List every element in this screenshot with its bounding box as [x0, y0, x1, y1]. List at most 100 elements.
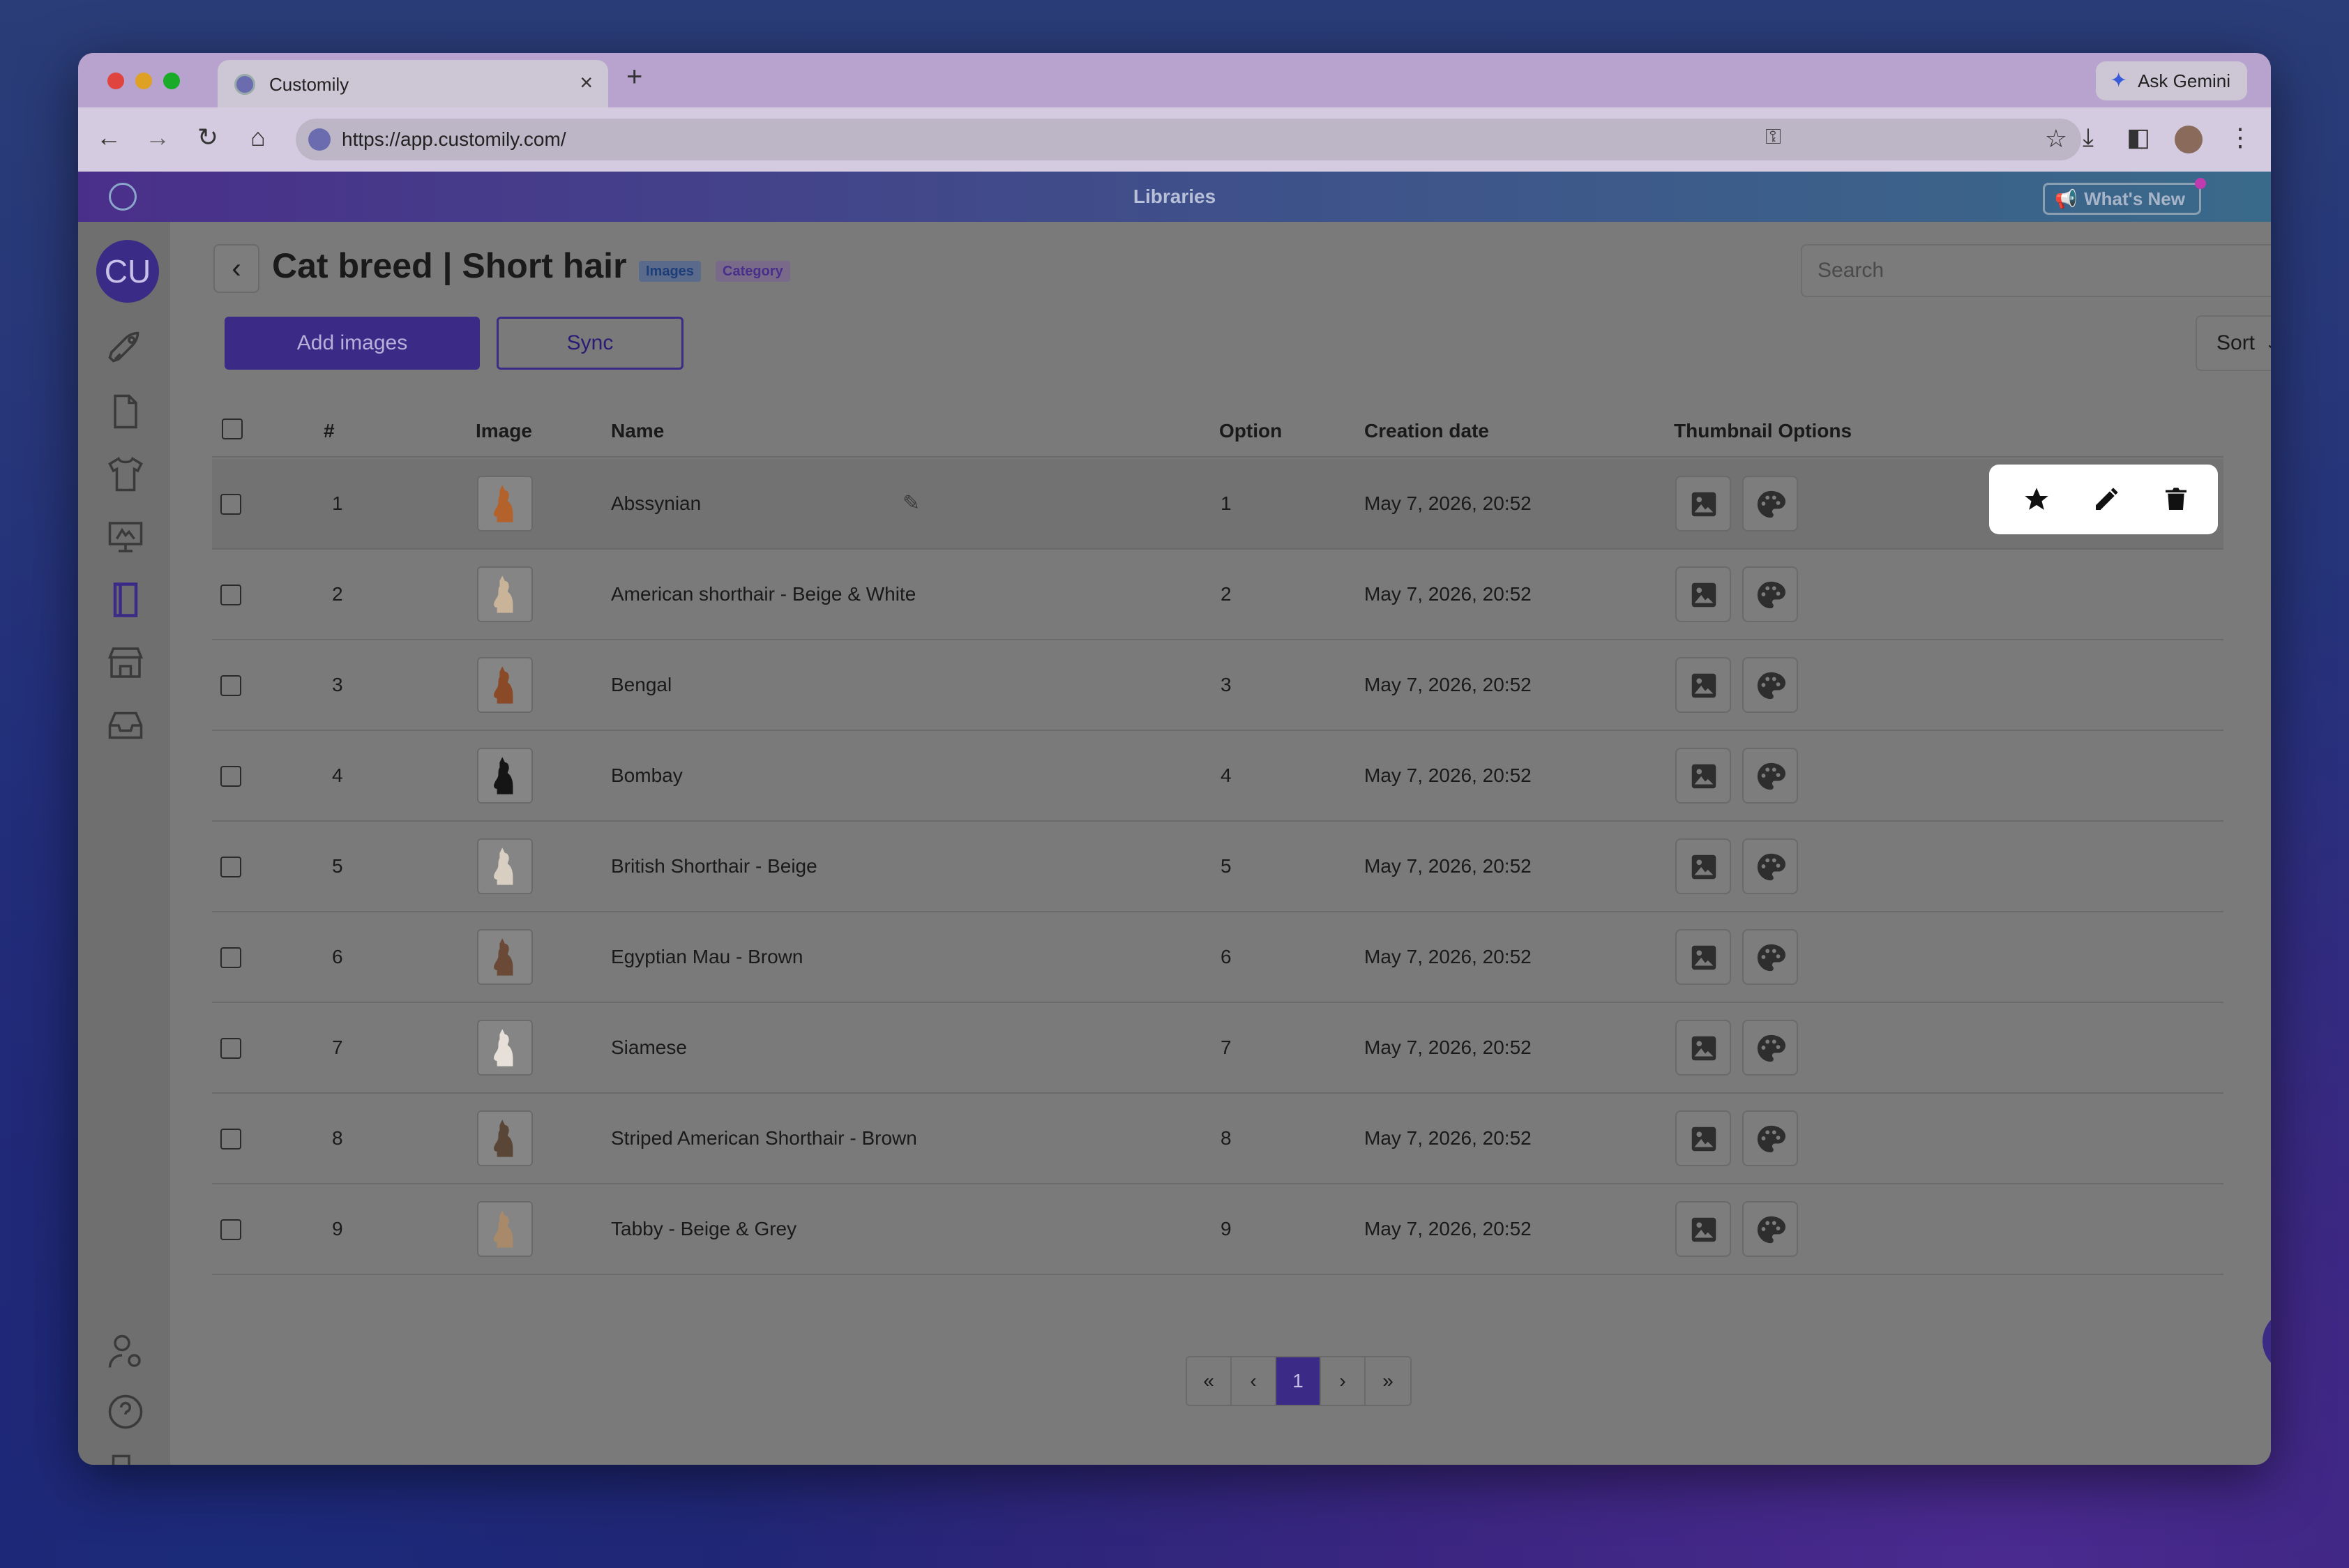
cat-silhouette [494, 1210, 513, 1248]
tshirt-icon[interactable] [105, 453, 146, 495]
first-page-button[interactable]: « [1187, 1357, 1232, 1405]
trash-icon[interactable] [2162, 485, 2190, 513]
user-avatar[interactable]: CU [96, 240, 159, 303]
thumbnail-image-button[interactable] [1675, 657, 1731, 713]
site-info-icon[interactable] [308, 128, 331, 151]
edit-name-pencil-icon[interactable]: ✎ [902, 491, 920, 515]
table-row[interactable]: 2 American shorthair - Beige & White 2 May … [212, 550, 2223, 640]
cat-thumbnail[interactable] [477, 748, 533, 804]
table-row[interactable]: 8 Striped American Shorthair - Brown 8 May … [212, 1094, 2223, 1184]
row-index: 9 [332, 1218, 343, 1239]
select-all-checkbox[interactable] [222, 419, 243, 439]
search-input[interactable] [1801, 244, 2271, 297]
thumbnail-image-button[interactable] [1675, 476, 1731, 532]
add-images-button[interactable]: Add images [225, 317, 480, 370]
browser-tab[interactable]: Customily × [218, 60, 608, 107]
chat-button[interactable] [2263, 1310, 2271, 1373]
thumbnail-palette-button[interactable] [1742, 838, 1798, 894]
rocket-icon[interactable] [105, 328, 146, 370]
cat-thumbnail[interactable] [477, 1020, 533, 1076]
thumbnail-palette-button[interactable] [1742, 929, 1798, 985]
new-tab-button[interactable]: + [626, 61, 642, 93]
library-book-icon[interactable] [105, 579, 146, 621]
whats-new-button[interactable]: 📢 What's New [2043, 178, 2206, 215]
row-index: 6 [332, 946, 343, 967]
edit-pencil-icon[interactable] [2092, 485, 2120, 513]
minimize-window-button[interactable] [135, 73, 152, 89]
bookmark-star-icon[interactable]: ☆ [2045, 124, 2067, 153]
page-1-button[interactable]: 1 [1276, 1357, 1321, 1405]
logout-icon[interactable] [105, 1451, 146, 1465]
presentation-icon[interactable] [105, 516, 146, 558]
row-name: Tabby - Beige & Grey [611, 1218, 797, 1239]
cat-thumbnail[interactable] [477, 1110, 533, 1166]
sync-button[interactable]: Sync [497, 317, 683, 370]
tab-close-icon[interactable]: × [580, 70, 593, 96]
thumbnail-palette-button[interactable] [1742, 748, 1798, 804]
side-panel-icon[interactable]: ◧ [2123, 123, 2154, 152]
help-icon[interactable] [105, 1391, 146, 1433]
cat-thumbnail[interactable] [477, 657, 533, 713]
row-checkbox[interactable] [220, 675, 241, 696]
thumbnail-palette-button[interactable] [1742, 1020, 1798, 1076]
row-checkbox[interactable] [220, 857, 241, 877]
table-row[interactable]: 6 Egyptian Mau - Brown 6 May 7, 2026, 20:52 [212, 912, 2223, 1003]
cat-silhouette [494, 666, 513, 704]
thumbnail-palette-button[interactable] [1742, 1110, 1798, 1166]
cat-thumbnail[interactable] [477, 1201, 533, 1257]
store-icon[interactable] [105, 642, 146, 684]
close-window-button[interactable] [107, 73, 124, 89]
table-row[interactable]: 3 Bengal 3 May 7, 2026, 20:52 [212, 640, 2223, 731]
megaphone-icon: 📢 [2055, 188, 2078, 209]
prev-page-button[interactable]: ‹ [1232, 1357, 1276, 1405]
sort-dropdown[interactable]: Sort ⌄ [2196, 315, 2271, 371]
thumbnail-image-button[interactable] [1675, 838, 1731, 894]
thumbnail-image-button[interactable] [1675, 929, 1731, 985]
thumbnail-image-button[interactable] [1675, 1110, 1731, 1166]
inbox-icon[interactable] [105, 704, 146, 746]
table-row[interactable]: 4 Bombay 4 May 7, 2026, 20:52 [212, 731, 2223, 822]
password-key-icon[interactable]: ⚿ [1765, 126, 1781, 149]
reload-icon[interactable]: ↻ [192, 123, 223, 152]
table-row[interactable]: 5 British Shorthair - Beige 5 May 7, 2026, … [212, 822, 2223, 912]
chevron-down-icon: ⌄ [2265, 333, 2271, 354]
back-button[interactable]: ‹ [213, 244, 259, 293]
row-checkbox[interactable] [220, 494, 241, 515]
row-option: 1 [1221, 492, 1232, 514]
star-icon[interactable] [2023, 485, 2050, 513]
row-checkbox[interactable] [220, 1219, 241, 1240]
thumbnail-palette-button[interactable] [1742, 1201, 1798, 1257]
last-page-button[interactable]: » [1366, 1357, 1410, 1405]
next-page-button[interactable]: › [1321, 1357, 1366, 1405]
forward-arrow-icon[interactable]: → [142, 123, 173, 152]
back-arrow-icon[interactable]: ← [93, 123, 124, 152]
table-row[interactable]: 9 Tabby - Beige & Grey 9 May 7, 2026, 20:52 [212, 1184, 2223, 1275]
home-icon[interactable]: ⌂ [243, 123, 273, 152]
table-row[interactable]: 1 Abssynian ✎ 1 May 7, 2026, 20:52 [212, 459, 2223, 550]
cat-thumbnail[interactable] [477, 566, 533, 622]
cat-thumbnail[interactable] [477, 838, 533, 894]
profile-avatar[interactable] [2175, 126, 2203, 153]
browser-menu-icon[interactable]: ⋮ [2225, 123, 2256, 152]
cat-thumbnail[interactable] [477, 929, 533, 985]
row-checkbox[interactable] [220, 947, 241, 968]
user-settings-icon[interactable] [105, 1331, 146, 1373]
thumbnail-image-button[interactable] [1675, 748, 1731, 804]
document-icon[interactable] [105, 391, 146, 432]
row-checkbox[interactable] [220, 1038, 241, 1059]
thumbnail-image-button[interactable] [1675, 1020, 1731, 1076]
ask-gemini-button[interactable]: ✦ Ask Gemini [2096, 61, 2247, 100]
address-bar[interactable]: https://app.customily.com/ ⚿ ☆ [296, 119, 2081, 160]
cat-thumbnail[interactable] [477, 476, 533, 532]
thumbnail-palette-button[interactable] [1742, 566, 1798, 622]
table-row[interactable]: 7 Siamese 7 May 7, 2026, 20:52 [212, 1003, 2223, 1094]
thumbnail-image-button[interactable] [1675, 566, 1731, 622]
thumbnail-palette-button[interactable] [1742, 657, 1798, 713]
download-icon[interactable]: ⤓ [2073, 123, 2103, 153]
maximize-window-button[interactable] [163, 73, 180, 89]
thumbnail-palette-button[interactable] [1742, 476, 1798, 532]
row-checkbox[interactable] [220, 766, 241, 787]
row-checkbox[interactable] [220, 585, 241, 605]
row-checkbox[interactable] [220, 1129, 241, 1149]
thumbnail-image-button[interactable] [1675, 1201, 1731, 1257]
